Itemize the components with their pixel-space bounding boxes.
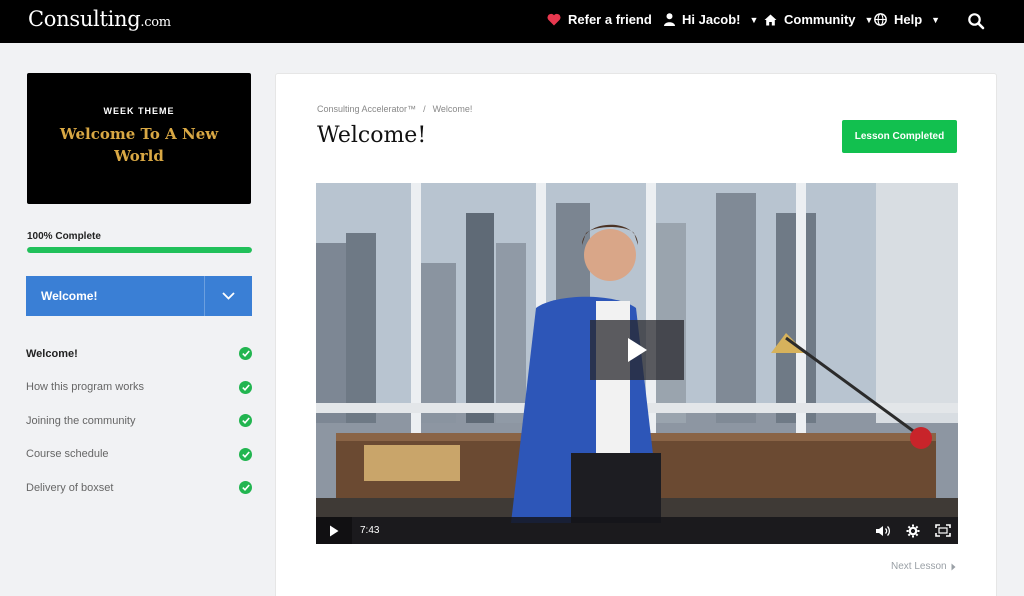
- lesson-item[interactable]: Welcome!: [26, 337, 252, 371]
- lesson-completed-button[interactable]: Lesson Completed: [842, 120, 957, 153]
- settings-button[interactable]: [898, 517, 928, 544]
- week-theme-card: WEEK THEME Welcome To A New World: [27, 73, 251, 204]
- next-lesson-label: Next Lesson: [891, 561, 947, 572]
- check-circle-icon: [239, 447, 252, 461]
- volume-icon: [876, 525, 891, 536]
- breadcrumb-current: Welcome!: [432, 104, 473, 114]
- check-circle-icon: [239, 347, 252, 361]
- community-label: Community: [784, 12, 856, 27]
- module-selected-label: Welcome!: [41, 289, 98, 303]
- lesson-label: Course schedule: [26, 448, 109, 461]
- brand-logo[interactable]: Consulting.com: [28, 7, 171, 31]
- fullscreen-icon: [935, 524, 951, 537]
- lesson-item[interactable]: How this program works: [26, 371, 252, 405]
- play-icon: [330, 525, 339, 536]
- chevron-down-icon: ▼: [864, 14, 874, 25]
- progress-fill: [27, 247, 252, 253]
- chevron-down-icon: [222, 292, 235, 300]
- progress-bar: [27, 247, 252, 253]
- play-icon: [628, 338, 647, 362]
- lesson-panel: Consulting Accelerator™ / Welcome! Welcome…: [275, 73, 997, 596]
- lesson-item[interactable]: Joining the community: [26, 404, 252, 438]
- user-menu[interactable]: Hi Jacob! ▼: [664, 12, 758, 27]
- volume-button[interactable]: [868, 517, 898, 544]
- module-dropdown[interactable]: Welcome!: [26, 276, 252, 316]
- refer-label: Refer a friend: [568, 12, 652, 27]
- week-theme-kicker: WEEK THEME: [103, 106, 175, 116]
- check-circle-icon: [239, 414, 252, 428]
- search-icon[interactable]: [967, 12, 985, 30]
- video-player[interactable]: 7:43: [316, 183, 958, 544]
- top-navbar: Consulting.com Refer a friend Hi Jacob! …: [0, 0, 1024, 43]
- check-circle-icon: [239, 380, 252, 394]
- lesson-item[interactable]: Delivery of boxset: [26, 471, 252, 505]
- home-icon: [764, 14, 777, 25]
- week-theme-title: Welcome To A New World: [59, 125, 219, 165]
- user-greeting: Hi Jacob!: [682, 12, 741, 27]
- video-control-play-button[interactable]: [316, 517, 352, 544]
- video-duration: 7:43: [360, 525, 380, 536]
- breadcrumb: Consulting Accelerator™ / Welcome!: [317, 104, 472, 114]
- video-controls: 7:43: [316, 517, 958, 544]
- module-dropdown-toggle[interactable]: [204, 276, 252, 316]
- community-menu[interactable]: Community ▼: [764, 12, 873, 27]
- next-lesson-link[interactable]: Next Lesson: [891, 561, 956, 572]
- help-menu[interactable]: Help ▼: [874, 12, 940, 27]
- chevron-down-icon: ▼: [931, 14, 941, 25]
- lesson-label: Joining the community: [26, 414, 136, 427]
- lesson-list: Welcome! How this program works Joining …: [26, 337, 252, 505]
- check-circle-icon: [239, 481, 252, 495]
- gear-icon: [906, 524, 920, 537]
- heart-icon: [547, 13, 561, 26]
- breadcrumb-separator: /: [423, 104, 426, 114]
- progress-label: 100% Complete: [27, 231, 101, 242]
- globe-icon: [874, 13, 887, 26]
- refer-a-friend-link[interactable]: Refer a friend: [547, 12, 652, 27]
- user-icon: [664, 13, 675, 26]
- caret-right-icon: [951, 563, 956, 570]
- help-label: Help: [894, 12, 923, 27]
- video-play-button[interactable]: [590, 320, 684, 380]
- lesson-label: How this program works: [26, 381, 144, 394]
- lesson-label: Welcome!: [26, 347, 78, 360]
- lesson-label: Delivery of boxset: [26, 481, 114, 494]
- fullscreen-button[interactable]: [928, 517, 958, 544]
- page-title: Welcome!: [317, 123, 427, 148]
- lesson-item[interactable]: Course schedule: [26, 438, 252, 472]
- breadcrumb-course-link[interactable]: Consulting Accelerator™: [317, 104, 416, 114]
- chevron-down-icon: ▼: [749, 14, 759, 25]
